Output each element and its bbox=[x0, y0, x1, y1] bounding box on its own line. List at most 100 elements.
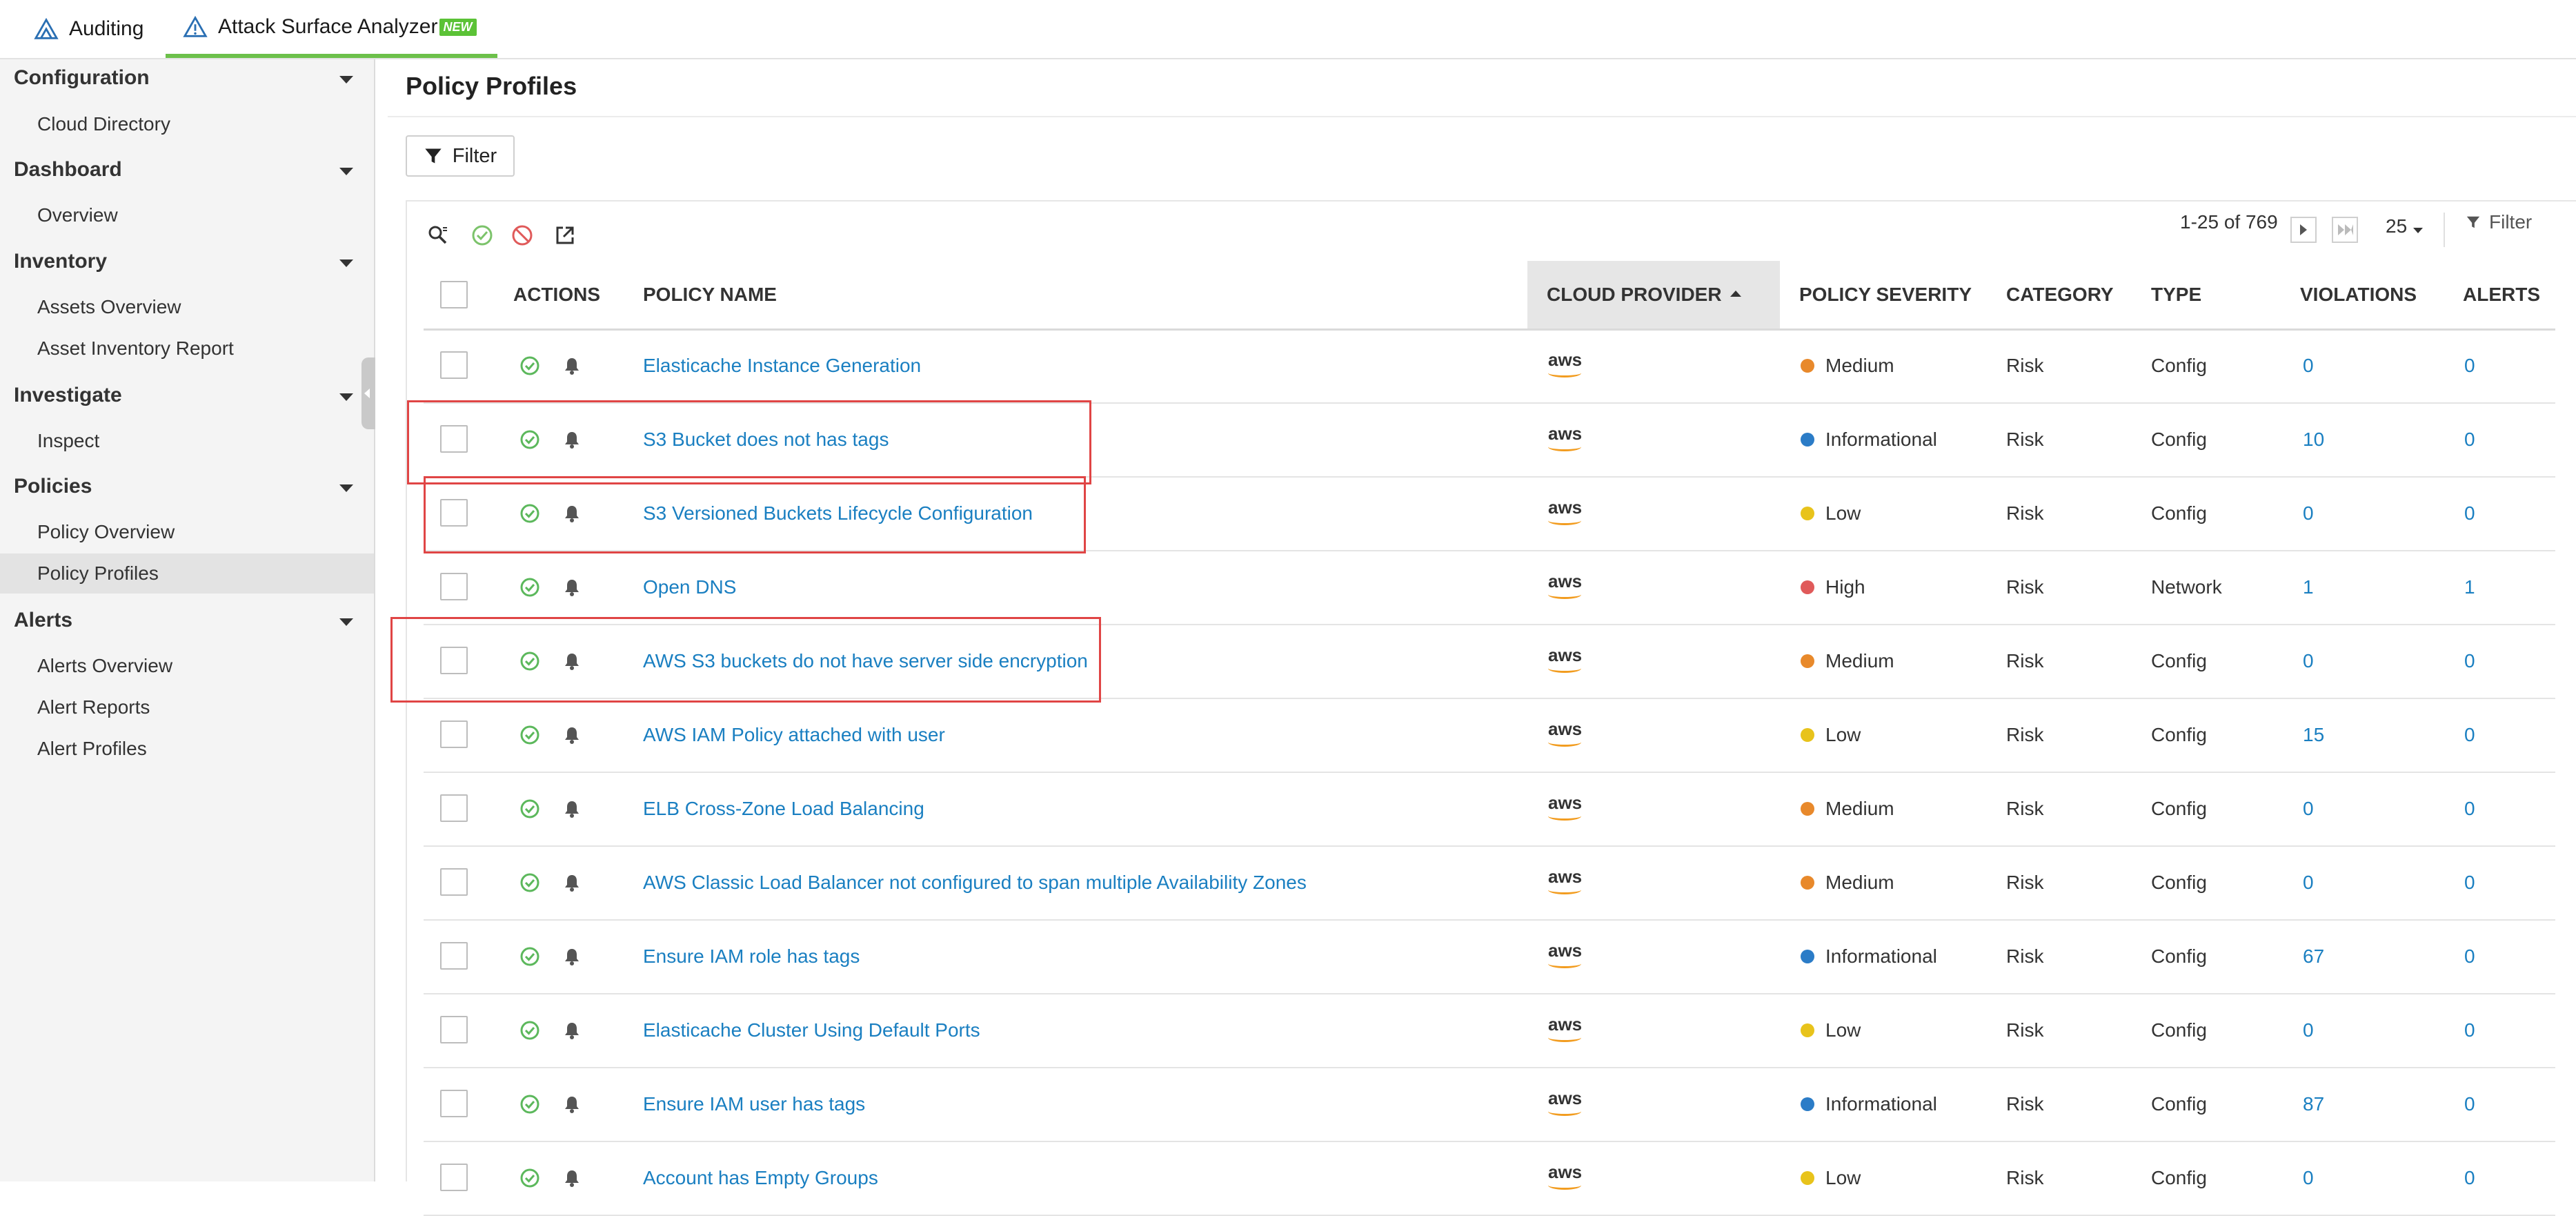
alerts-link[interactable]: 0 bbox=[2464, 624, 2475, 698]
enabled-check-icon[interactable] bbox=[519, 1093, 541, 1115]
chevron-down-icon[interactable] bbox=[339, 618, 353, 626]
alerts-link[interactable]: 0 bbox=[2464, 328, 2475, 402]
violations-link[interactable]: 0 bbox=[2303, 476, 2314, 550]
enabled-check-icon[interactable] bbox=[519, 1019, 541, 1041]
enabled-check-icon[interactable] bbox=[519, 872, 541, 894]
column-header-cloud-provider[interactable]: CLOUD PROVIDER bbox=[1547, 261, 1741, 328]
policy-name-link[interactable]: AWS IAM Policy attached with user bbox=[643, 698, 945, 772]
enabled-check-icon[interactable] bbox=[519, 798, 541, 820]
sidebar-item-policy-profiles[interactable]: Policy Profiles bbox=[0, 553, 374, 594]
violations-link[interactable]: 67 bbox=[2303, 919, 2324, 993]
row-checkbox[interactable] bbox=[440, 720, 468, 748]
column-header-alerts[interactable]: ALERTS bbox=[2463, 261, 2540, 328]
page-size-select[interactable]: 25 bbox=[2386, 215, 2407, 237]
table-row[interactable]: Elasticache Instance Generation aws Medium… bbox=[424, 328, 2555, 404]
sidebar-item-alert-reports[interactable]: Alert Reports bbox=[0, 687, 374, 727]
bell-icon[interactable] bbox=[563, 947, 581, 966]
select-all-checkbox[interactable] bbox=[440, 281, 468, 308]
row-checkbox[interactable] bbox=[440, 868, 468, 896]
alerts-link[interactable]: 0 bbox=[2464, 476, 2475, 550]
policy-name-link[interactable]: Ensure IAM role has tags bbox=[643, 919, 860, 993]
sidebar-heading-policies[interactable]: Policies bbox=[14, 475, 92, 498]
row-checkbox[interactable] bbox=[440, 1090, 468, 1117]
row-checkbox[interactable] bbox=[440, 351, 468, 379]
bell-icon[interactable] bbox=[563, 356, 581, 375]
violations-link[interactable]: 0 bbox=[2303, 328, 2314, 402]
bell-icon[interactable] bbox=[563, 725, 581, 745]
chevron-down-icon[interactable] bbox=[339, 168, 353, 175]
table-row[interactable]: Ensure IAM role has tags aws Informational… bbox=[424, 919, 2555, 994]
row-checkbox[interactable] bbox=[440, 573, 468, 600]
policy-name-link[interactable]: ELB Cross-Zone Load Balancing bbox=[643, 772, 924, 845]
alerts-link[interactable]: 0 bbox=[2464, 1067, 2475, 1141]
policy-name-link[interactable]: Open DNS bbox=[643, 550, 736, 624]
last-page-button[interactable] bbox=[2332, 217, 2358, 243]
column-header-policy-severity[interactable]: POLICY SEVERITY bbox=[1799, 261, 1972, 328]
sidebar-item-alerts-overview[interactable]: Alerts Overview bbox=[0, 646, 374, 686]
sidebar-heading-inventory[interactable]: Inventory bbox=[14, 250, 107, 273]
alerts-link[interactable]: 0 bbox=[2464, 402, 2475, 476]
bell-icon[interactable] bbox=[563, 799, 581, 818]
table-row[interactable]: AWS IAM Policy attached with user aws Low R… bbox=[424, 698, 2555, 773]
chevron-down-icon[interactable] bbox=[339, 484, 353, 492]
sidebar-heading-investigate[interactable]: Investigate bbox=[14, 384, 122, 407]
violations-link[interactable]: 87 bbox=[2303, 1067, 2324, 1141]
enabled-check-icon[interactable] bbox=[519, 576, 541, 598]
bell-icon[interactable] bbox=[563, 1021, 581, 1040]
chevron-down-icon[interactable] bbox=[339, 393, 353, 401]
sidebar-heading-configuration[interactable]: Configuration bbox=[14, 66, 150, 90]
column-header-type[interactable]: TYPE bbox=[2151, 261, 2201, 328]
table-row[interactable]: Open DNS aws High Risk Network 1 1 bbox=[424, 550, 2555, 625]
sidebar-heading-alerts[interactable]: Alerts bbox=[14, 609, 72, 632]
violations-link[interactable]: 10 bbox=[2303, 402, 2324, 476]
column-filter-button[interactable]: Filter bbox=[2466, 211, 2532, 233]
row-checkbox[interactable] bbox=[440, 1164, 468, 1191]
policy-name-link[interactable]: Elasticache Instance Generation bbox=[643, 328, 921, 402]
disable-icon[interactable] bbox=[511, 224, 534, 247]
policy-name-link[interactable]: Ensure IAM user has tags bbox=[643, 1067, 865, 1141]
bell-icon[interactable] bbox=[563, 1095, 581, 1114]
column-header-violations[interactable]: VIOLATIONS bbox=[2300, 261, 2417, 328]
enabled-check-icon[interactable] bbox=[519, 355, 541, 377]
chevron-down-icon[interactable] bbox=[339, 259, 353, 267]
alerts-link[interactable]: 0 bbox=[2464, 1141, 2475, 1215]
bell-icon[interactable] bbox=[563, 578, 581, 597]
enabled-check-icon[interactable] bbox=[519, 945, 541, 968]
policy-name-link[interactable]: Account has Empty Groups bbox=[643, 1141, 878, 1215]
column-header-category[interactable]: CATEGORY bbox=[2006, 261, 2114, 328]
sidebar-item-asset-inventory-report[interactable]: Asset Inventory Report bbox=[0, 328, 374, 369]
table-row[interactable]: Ensure IAM user has tags aws Informational… bbox=[424, 1067, 2555, 1142]
row-checkbox[interactable] bbox=[440, 1016, 468, 1043]
violations-link[interactable]: 0 bbox=[2303, 1141, 2314, 1215]
next-page-button[interactable] bbox=[2290, 217, 2317, 243]
violations-link[interactable]: 1 bbox=[2303, 550, 2314, 624]
row-checkbox[interactable] bbox=[440, 942, 468, 970]
chevron-down-icon[interactable] bbox=[2413, 228, 2423, 233]
sidebar-item-alert-profiles[interactable]: Alert Profiles bbox=[0, 729, 374, 769]
filter-button[interactable]: Filter bbox=[406, 135, 515, 177]
table-row[interactable]: AWS Classic Load Balancer not configured… bbox=[424, 845, 2555, 921]
export-icon[interactable] bbox=[553, 224, 577, 247]
table-row[interactable]: Elasticache Cluster Using Default Ports a… bbox=[424, 993, 2555, 1068]
sidebar-item-cloud-directory[interactable]: Cloud Directory bbox=[0, 104, 374, 144]
alerts-link[interactable]: 0 bbox=[2464, 993, 2475, 1067]
bell-icon[interactable] bbox=[563, 1168, 581, 1188]
alerts-link[interactable]: 0 bbox=[2464, 772, 2475, 845]
violations-link[interactable]: 0 bbox=[2303, 772, 2314, 845]
sidebar-item-overview[interactable]: Overview bbox=[0, 195, 374, 235]
violations-link[interactable]: 0 bbox=[2303, 624, 2314, 698]
sidebar-collapse-handle[interactable] bbox=[361, 357, 375, 429]
violations-link[interactable]: 15 bbox=[2303, 698, 2324, 772]
search-settings-icon[interactable] bbox=[426, 224, 450, 247]
table-row[interactable]: ELB Cross-Zone Load Balancing aws Medium Ri… bbox=[424, 772, 2555, 847]
sidebar-item-policy-overview[interactable]: Policy Overview bbox=[0, 512, 374, 552]
tab-auditing[interactable]: Auditing bbox=[33, 0, 143, 58]
enable-icon[interactable] bbox=[470, 224, 494, 247]
table-row[interactable]: Account has Empty Groups aws Low Risk Config… bbox=[424, 1141, 2555, 1216]
alerts-link[interactable]: 0 bbox=[2464, 698, 2475, 772]
sidebar-item-assets-overview[interactable]: Assets Overview bbox=[0, 287, 374, 327]
alerts-link[interactable]: 0 bbox=[2464, 919, 2475, 993]
row-checkbox[interactable] bbox=[440, 794, 468, 822]
alerts-link[interactable]: 1 bbox=[2464, 550, 2475, 624]
enabled-check-icon[interactable] bbox=[519, 1167, 541, 1189]
